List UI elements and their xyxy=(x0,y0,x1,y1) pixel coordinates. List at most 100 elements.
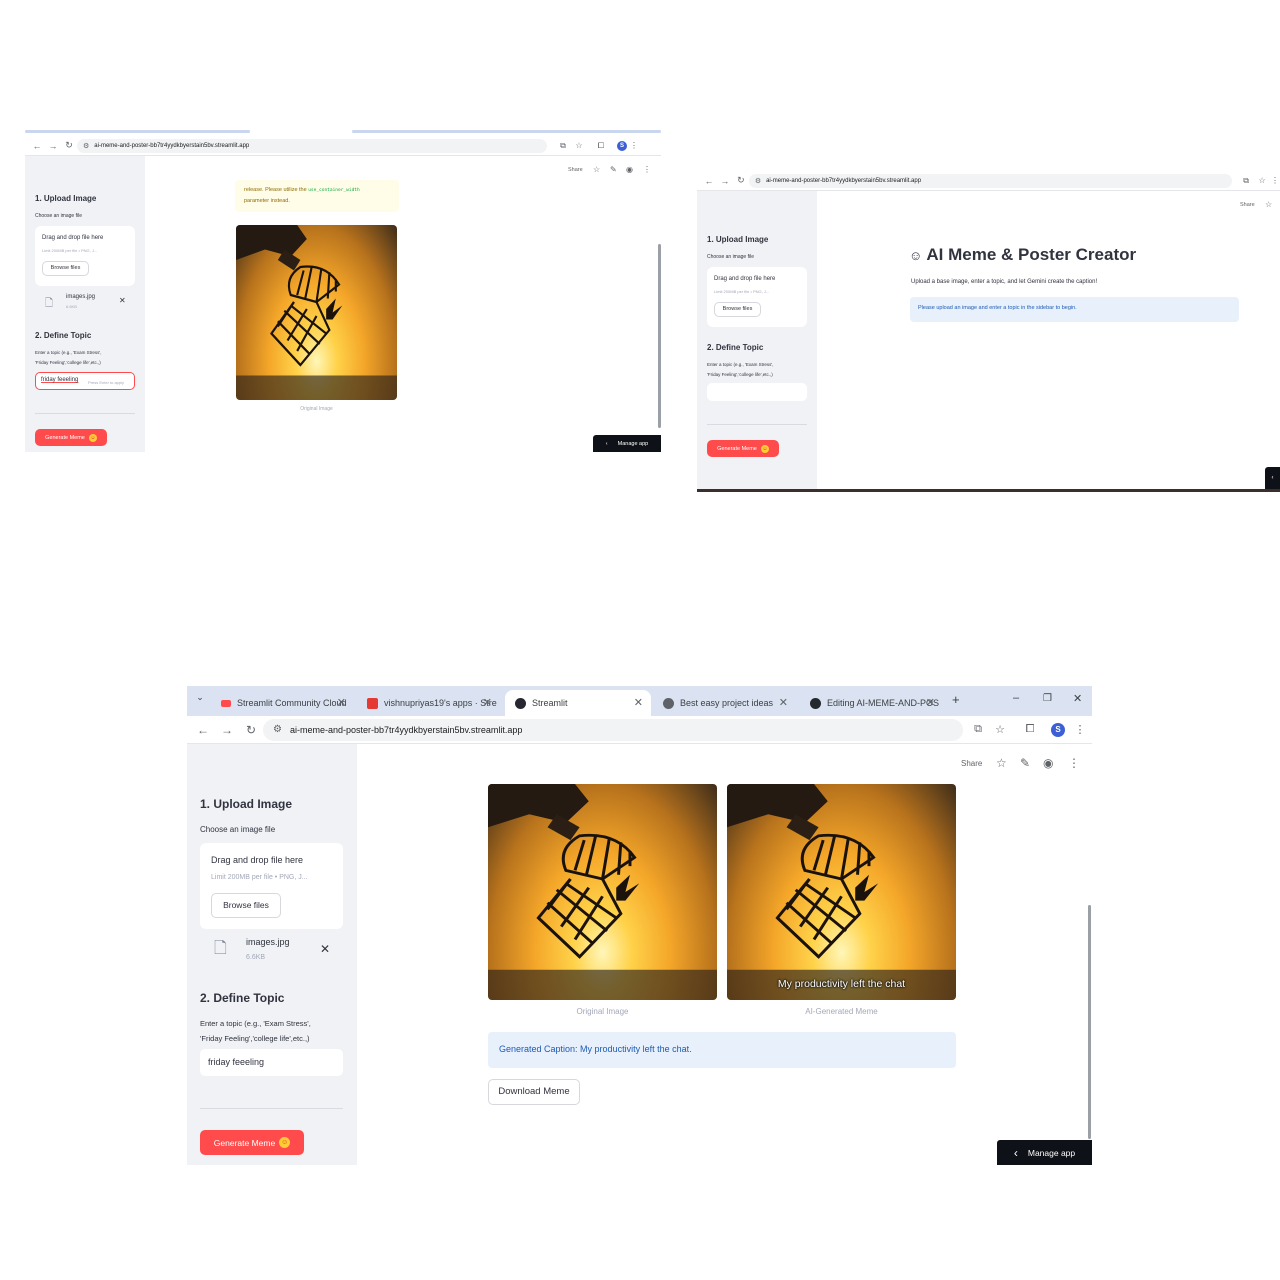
tab-vishnupriya-apps[interactable]: vishnupriyas19's apps · Stre ✕ xyxy=(357,690,500,716)
install-app-icon[interactable]: ⧉ xyxy=(555,141,571,151)
scrollbar[interactable] xyxy=(658,244,661,428)
tab-github-editing[interactable]: Editing AI-MEME-AND-POS ✕ xyxy=(800,690,943,716)
install-app-icon[interactable]: ⧉ xyxy=(1238,176,1254,186)
chevron-left-icon: ‹ xyxy=(1013,1145,1018,1160)
star-icon[interactable]: ☆ xyxy=(1265,200,1272,209)
forward-icon[interactable]: → xyxy=(717,176,733,186)
tab-streamlit-cloud[interactable]: Streamlit Community Cloud ✕ xyxy=(211,690,354,716)
new-tab-button[interactable]: + xyxy=(952,692,960,707)
tab-search-chevron-icon[interactable]: ⌄ xyxy=(193,692,207,708)
manage-app-button[interactable]: ‹ xyxy=(1265,467,1280,489)
topic-hint-1: Enter a topic (e.g., 'Exam Stress', xyxy=(707,362,774,367)
star-icon[interactable]: ☆ xyxy=(996,756,1007,770)
original-image-caption: Original Image xyxy=(576,1007,629,1016)
topic-heading: 2. Define Topic xyxy=(707,343,764,352)
browse-files-button[interactable]: Browse files xyxy=(211,893,281,918)
extensions-icon[interactable]: ⧠ xyxy=(1015,723,1045,736)
sidebar-divider xyxy=(200,1108,343,1109)
topic-hint-2: 'Friday Feeling','college life',etc.,) xyxy=(707,372,773,377)
edit-pencil-icon[interactable]: ✎ xyxy=(1020,756,1030,770)
forward-icon[interactable]: → xyxy=(45,141,61,151)
forward-icon[interactable]: → xyxy=(215,723,239,737)
topic-input[interactable]: friday feeeling xyxy=(200,1049,343,1076)
topic-input[interactable] xyxy=(707,383,807,401)
remove-file-icon[interactable]: ✕ xyxy=(119,296,126,305)
url-bar[interactable]: ⚙ ai-meme-and-poster-bb7tr4yydkbyerstain… xyxy=(748,173,1233,188)
url-bar[interactable]: ⚙ ai-meme-and-poster-bb7tr4yydkbyerstain… xyxy=(77,138,547,153)
globe-icon xyxy=(663,697,674,709)
minimize-icon[interactable]: – xyxy=(1013,692,1019,704)
topic-hint-1: Enter a topic (e.g., 'Exam Stress', xyxy=(35,350,102,355)
star-icon[interactable]: ☆ xyxy=(593,165,600,174)
restore-icon[interactable]: ❐ xyxy=(1043,693,1052,704)
generate-meme-label: Generate Meme xyxy=(213,1137,276,1148)
share-button[interactable]: Share xyxy=(1240,202,1255,208)
back-icon[interactable]: ← xyxy=(191,723,215,737)
share-button[interactable]: Share xyxy=(961,759,982,768)
manage-app-button[interactable]: ‹ Manage app xyxy=(593,435,661,452)
back-icon[interactable]: ← xyxy=(701,176,717,186)
close-tab-icon[interactable]: ✕ xyxy=(483,696,492,709)
browse-files-button[interactable]: Browse files xyxy=(42,261,89,276)
generate-meme-button[interactable]: Generate Meme ☺ xyxy=(35,429,107,446)
back-icon[interactable]: ← xyxy=(29,141,45,151)
topic-hint-2: 'Friday Feeling','college life',etc.,) xyxy=(200,1034,310,1043)
tab-project-ideas[interactable]: Best easy project ideas ✕ xyxy=(653,690,796,716)
github-icon[interactable]: ◉ xyxy=(1043,756,1053,770)
download-meme-button[interactable]: Download Meme xyxy=(488,1079,580,1105)
screenshot-3: ⌄ Streamlit Community Cloud ✕ vishnupriy… xyxy=(187,686,1092,1165)
tab-title: Best easy project ideas xyxy=(680,698,774,708)
site-info-icon[interactable]: ⚙ xyxy=(273,724,282,735)
browser-menu-icon[interactable]: ⋮ xyxy=(1270,176,1280,185)
site-info-icon[interactable]: ⚙ xyxy=(755,177,761,185)
close-window-icon[interactable]: ✕ xyxy=(1073,692,1082,705)
generate-meme-button[interactable]: Generate Meme ☺ xyxy=(200,1130,304,1155)
edit-pencil-icon[interactable]: ✎ xyxy=(610,165,617,174)
bookmark-star-icon[interactable]: ☆ xyxy=(571,141,587,150)
profile-avatar[interactable]: S xyxy=(1051,722,1065,737)
uploaded-file-name: images.jpg xyxy=(66,294,96,300)
close-tab-icon[interactable]: ✕ xyxy=(779,696,788,709)
warning-text-2: parameter instead. xyxy=(244,198,290,204)
close-tab-icon[interactable]: ✕ xyxy=(337,696,346,709)
meme-caption-overlay: My productivity left the chat xyxy=(777,978,906,990)
original-image xyxy=(236,225,397,400)
install-app-icon[interactable]: ⧉ xyxy=(967,723,989,736)
file-dropzone[interactable]: Drag and drop file here Limit 200MB per … xyxy=(35,226,135,286)
tab-streamlit-active[interactable]: Streamlit ✕ xyxy=(505,690,651,716)
bookmark-star-icon[interactable]: ☆ xyxy=(1254,176,1270,185)
bookmark-star-icon[interactable]: ☆ xyxy=(989,723,1011,736)
reload-icon[interactable]: ↻ xyxy=(733,175,749,186)
remove-file-icon[interactable]: ✕ xyxy=(320,942,330,956)
file-dropzone[interactable]: Drag and drop file here Limit 200MB per … xyxy=(200,843,343,929)
extensions-icon[interactable]: ⧠ xyxy=(591,141,611,151)
upload-heading: 1. Upload Image xyxy=(707,235,769,244)
uploaded-file-name: images.jpg xyxy=(246,937,290,947)
info-alert: Please upload an image and enter a topic… xyxy=(910,297,1239,322)
app-menu-icon[interactable]: ⋮ xyxy=(643,165,651,174)
generate-meme-button[interactable]: Generate Meme ☺ xyxy=(707,440,779,457)
share-button[interactable]: Share xyxy=(568,167,583,173)
site-info-icon[interactable]: ⚙ xyxy=(83,142,89,150)
browse-files-button[interactable]: Browse files xyxy=(714,302,761,317)
close-tab-icon[interactable]: ✕ xyxy=(634,696,643,709)
url-bar[interactable]: ⚙ ai-meme-and-poster-bb7tr4yydkbyerstain… xyxy=(263,718,963,741)
page-title-text: AI Meme & Poster Creator xyxy=(926,245,1137,264)
laughing-emoji-icon: ☺ xyxy=(88,433,97,442)
close-tab-icon[interactable]: ✕ xyxy=(926,696,935,709)
manage-app-button[interactable]: ‹ Manage app xyxy=(997,1140,1092,1165)
github-icon[interactable]: ◉ xyxy=(626,165,633,174)
scrollbar[interactable] xyxy=(1088,905,1091,1139)
browser-menu-icon[interactable]: ⋮ xyxy=(627,141,641,150)
press-enter-hint: Press Enter to apply xyxy=(88,380,125,385)
file-icon: 🗋 xyxy=(45,298,54,309)
chevron-left-icon: ‹ xyxy=(605,440,608,447)
browser-menu-icon[interactable]: ⋮ xyxy=(1069,723,1091,736)
reload-icon[interactable]: ↻ xyxy=(61,140,77,151)
profile-avatar[interactable]: S xyxy=(617,140,627,151)
file-dropzone[interactable]: Drag and drop file here Limit 200MB per … xyxy=(707,267,807,327)
topic-input-value: friday feeeling xyxy=(208,1057,265,1067)
reload-icon[interactable]: ↻ xyxy=(239,723,263,737)
topic-input[interactable]: friday feeeling Press Enter to apply xyxy=(35,372,135,390)
app-menu-icon[interactable]: ⋮ xyxy=(1068,756,1080,770)
